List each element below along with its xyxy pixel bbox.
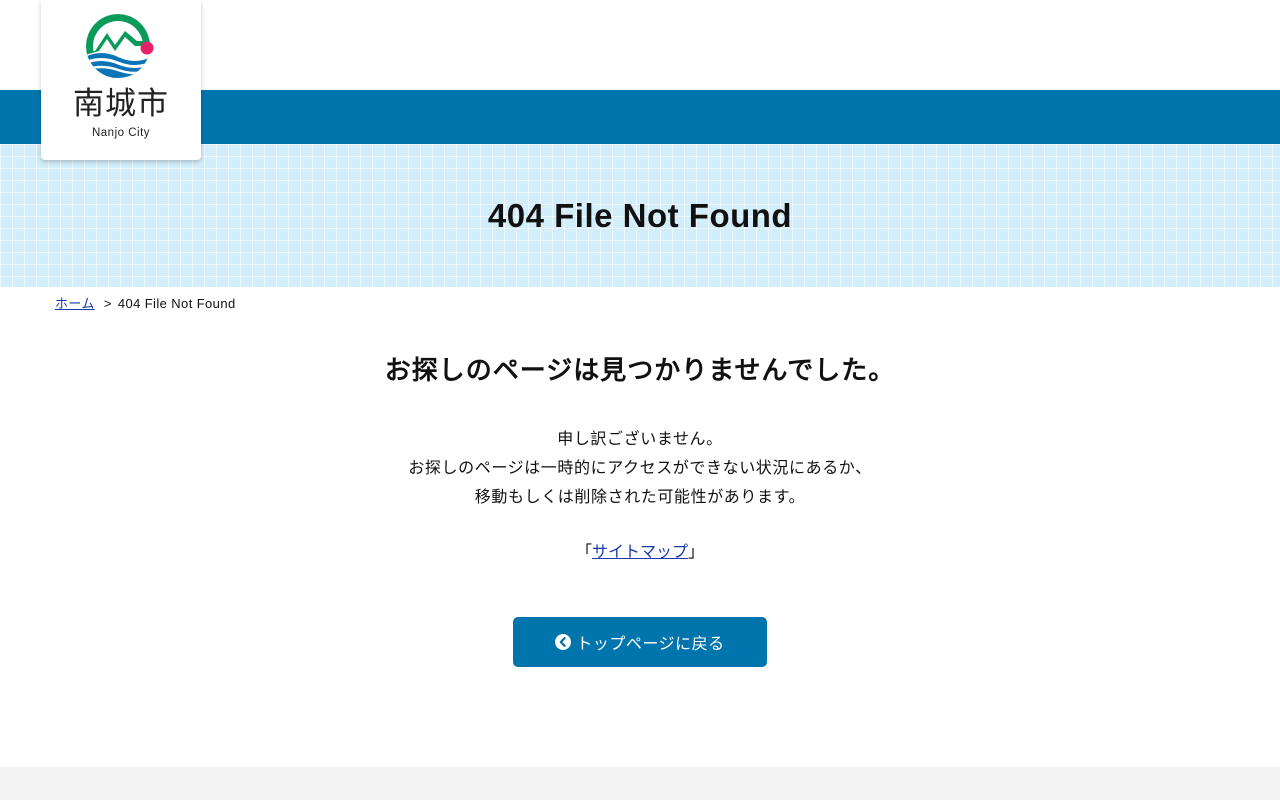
breadcrumb-home-link[interactable]: ホーム [55,296,95,311]
page: 南城市 Nanjo City 404 File Not Found ホーム >40… [0,0,1280,800]
not-found-heading: お探しのページは見つかりませんでした。 [384,356,896,386]
sitemap-line: 「サイトマップ」 [0,538,1280,566]
back-to-top-label: トップページに戻る [576,634,725,653]
message-line: 申し訳ございません。 [557,429,723,448]
message-line: お探しのページは一時的にアクセスができない状況にあるか、 [408,458,872,477]
site-logo-link[interactable]: 南城市 Nanjo City [41,0,201,160]
page-title: 404 File Not Found [487,197,793,234]
not-found-message: 申し訳ございません。 お探しのページは一時的にアクセスができない状況にあるか、 … [0,424,1280,511]
message-line: 移動もしくは削除された可能性があります。 [474,487,806,506]
chevron-left-circle-icon [555,634,572,650]
page-title-band: 404 File Not Found [0,144,1280,287]
sitemap-open-bracket: 「 [575,542,592,561]
breadcrumb-current: 404 File Not Found [117,296,236,311]
sitemap-link[interactable]: サイトマップ [592,542,688,561]
nanjo-city-emblem-icon [86,14,154,78]
logo-city-name-en: Nanjo City [91,127,151,139]
sitemap-close-bracket: 」 [688,542,705,561]
breadcrumb-separator: > [103,296,112,311]
footer [0,767,1280,800]
logo-city-name-jp: 南城市 [73,86,169,122]
back-to-top-button[interactable]: トップページに戻る [513,617,767,667]
breadcrumb: ホーム >404 File Not Found [55,294,236,314]
